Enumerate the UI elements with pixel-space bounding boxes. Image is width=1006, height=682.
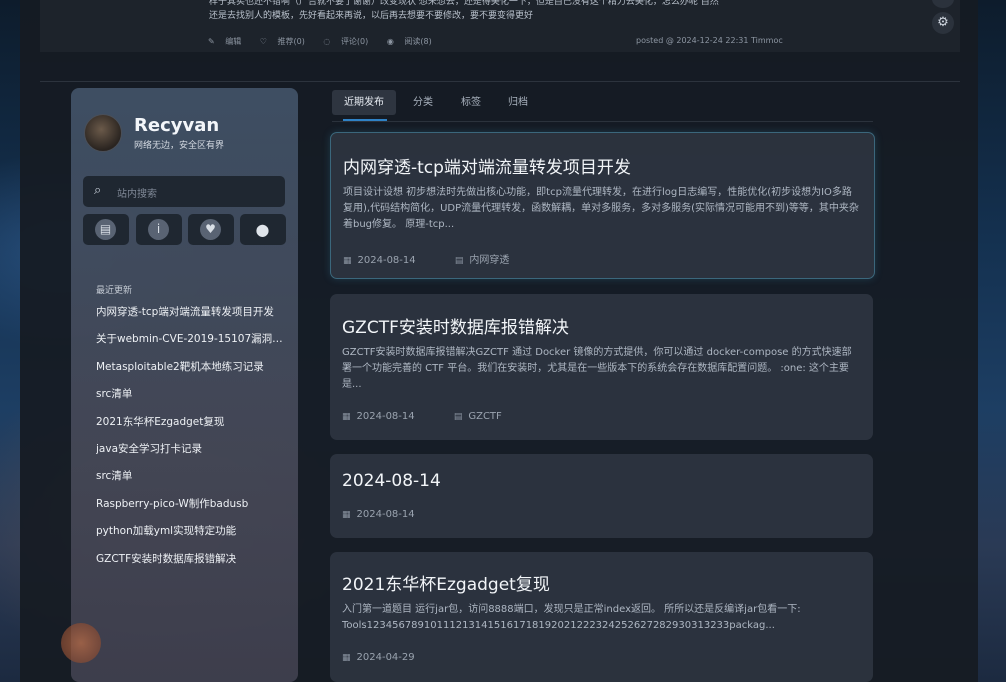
recent-item[interactable]: python加载yml实现特定功能 (96, 523, 291, 550)
folder-icon: ▤ (453, 412, 463, 422)
views-count: ◉ 阅读(8) (387, 37, 440, 46)
sidebar: Recyvan 网络无边，安全区有界 ⌕ 站内搜索 ▤ i ♥ ● 最近更新 内… (71, 88, 298, 682)
previous-post-strip: 样子其实也还不错啊（广告就不要了谢谢）改变现状 想来想去，还是得美化一下，但是自… (40, 0, 960, 52)
search-box[interactable]: ⌕ 站内搜索 (83, 176, 285, 207)
info-icon: i (148, 219, 169, 240)
pencil-icon: ✎ (208, 37, 215, 46)
post-title[interactable]: 2024-08-14 (342, 471, 441, 491)
post-card[interactable]: 内网穿透-tcp端对端流量转发项目开发 项目设计设想 初步想法时先做出核心功能，… (330, 132, 875, 279)
calendar-icon: ▦ (342, 510, 351, 520)
post-title[interactable]: 2021东华杯Ezgadget复现 (342, 570, 550, 595)
eye-icon: ◉ (386, 37, 394, 46)
tab-categories[interactable]: 分类 (402, 90, 444, 115)
edit-link[interactable]: ✎ 编辑 (208, 37, 249, 46)
divider (40, 81, 960, 82)
post-date: 2024-08-14 (356, 509, 415, 520)
post-date: 2024-08-14 (357, 255, 416, 266)
post-card[interactable]: GZCTF安装时数据库报错解决 GZCTF安装时数据库报错解决GZCTF 通过 … (330, 294, 873, 440)
post-date: 2024-08-14 (356, 411, 415, 422)
prev-post-text-line2: 还是去找别人的模板，先好看起来再说，以后再去想要不要修改，要不要变得更好 (209, 11, 534, 21)
post-category[interactable]: GZCTF (468, 411, 501, 422)
post-excerpt: GZCTF安装时数据库报错解决GZCTF 通过 Docker 镜像的方式提供，你… (342, 347, 852, 390)
search-icon: ⌕ (94, 183, 102, 198)
message-button[interactable]: ▤ (83, 214, 129, 245)
tab-recent[interactable]: 近期发布 (332, 90, 396, 115)
prev-post-meta: ✎ 编辑 ♡ 推荐(0) ◌ 评论(0) ◉ 阅读(8) (208, 36, 448, 47)
comment-icon: ◌ (323, 37, 331, 46)
post-meta: ▦ 2024-08-14 ▤ 内网穿透 (343, 251, 545, 266)
heart-icon: ♡ (259, 37, 267, 46)
site-slogan: 网络无边，安全区有界 (134, 141, 225, 151)
active-tab-indicator (343, 119, 387, 121)
calendar-icon: ▦ (342, 412, 351, 422)
post-meta: ▦ 2024-04-29 (342, 652, 451, 663)
post-date: 2024-04-29 (356, 652, 415, 663)
recent-item[interactable]: java安全学习打卡记录 (96, 441, 291, 468)
post-title[interactable]: GZCTF安装时数据库报错解决 (342, 313, 569, 338)
recent-list: 内网穿透-tcp端对端流量转发项目开发 关于webmin-CVE-2019-15… (96, 304, 291, 578)
post-card[interactable]: 2024-08-14 ▦ 2024-08-14 (330, 454, 873, 538)
calendar-icon: ▦ (342, 653, 351, 663)
recommend-link[interactable]: ♡ 推荐(0) (260, 37, 313, 46)
settings-gear-icon[interactable]: ⚙ (932, 12, 954, 34)
heart-button[interactable]: ♥ (188, 214, 234, 245)
recent-heading: 最近更新 (96, 286, 133, 296)
floating-orb (61, 623, 101, 663)
recent-item[interactable]: src清单 (96, 468, 291, 495)
post-excerpt: 项目设计设想 初步想法时先做出核心功能，即tcp流量代理转发，在进行log日志编… (343, 187, 859, 230)
avatar[interactable] (84, 114, 122, 152)
post-category[interactable]: 内网穿透 (469, 255, 509, 266)
github-icon: ● (255, 220, 270, 239)
post-excerpt: 入门第一道题目 运行jar包，访问8888端口，发现只是正常index返回。 所… (342, 604, 801, 631)
recent-item[interactable]: Raspberry-pico-W制作badusb (96, 496, 291, 523)
edit-label: 编辑 (225, 37, 242, 46)
post-title[interactable]: 内网穿透-tcp端对端流量转发项目开发 (343, 153, 631, 178)
recommend-label: 推荐(0) (277, 37, 305, 46)
post-meta: ▦ 2024-08-14 ▤ GZCTF (342, 411, 538, 422)
recent-item[interactable]: 内网穿透-tcp端对端流量转发项目开发 (96, 304, 291, 331)
tab-tags[interactable]: 标签 (450, 90, 492, 115)
calendar-icon: ▦ (343, 256, 352, 266)
search-input[interactable]: 站内搜索 (117, 185, 157, 200)
recent-item[interactable]: 关于webmin-CVE-2019-15107漏洞复现 (96, 331, 291, 358)
github-button[interactable]: ● (240, 214, 286, 245)
folder-icon: ▤ (454, 256, 464, 266)
posted-info: posted @ 2024-12-24 22:31 Timmoc (636, 36, 783, 45)
views-label: 阅读(8) (404, 37, 432, 46)
info-button[interactable]: i (136, 214, 182, 245)
recent-item[interactable]: src清单 (96, 386, 291, 413)
site-brand[interactable]: Recyvan (134, 115, 219, 136)
recent-item[interactable]: 2021东华杯Ezgadget复现 (96, 414, 291, 441)
recent-item[interactable]: GZCTF安装时数据库报错解决 (96, 551, 291, 578)
heart-icon: ♥ (200, 219, 221, 240)
recent-item[interactable]: Metasploitable2靶机本地练习记录 (96, 359, 291, 386)
comments-label: 评论(0) (340, 37, 369, 46)
post-card[interactable]: 2021东华杯Ezgadget复现 入门第一道题目 运行jar包，访问8888端… (330, 552, 873, 682)
tab-archive[interactable]: 归档 (497, 90, 539, 115)
post-meta: ▦ 2024-08-14 (342, 509, 451, 520)
tab-divider (332, 121, 873, 122)
prev-post-text-line1: 样子其实也还不错啊（广告就不要了谢谢）改变现状 想来想去，还是得美化一下，但是自… (209, 0, 719, 7)
comments-link[interactable]: ◌ 评论(0) (323, 37, 376, 46)
message-icon: ▤ (95, 219, 116, 240)
